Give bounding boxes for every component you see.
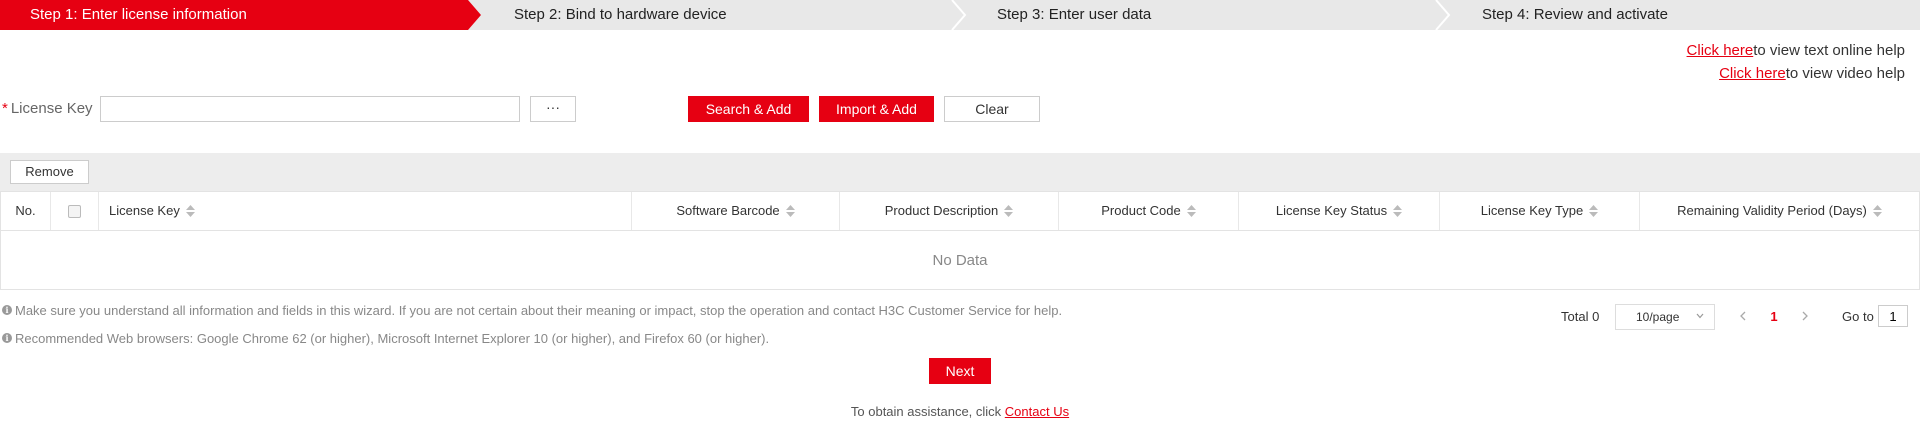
step-2-label: Step 2: Bind to hardware device (514, 6, 727, 23)
col-software-barcode-label: Software Barcode (676, 203, 780, 218)
col-product-description[interactable]: Product Description (840, 192, 1059, 230)
goto-page-input[interactable] (1878, 305, 1908, 327)
step-3-label: Step 3: Enter user data (997, 6, 1152, 23)
footer: To obtain assistance, click Contact Us (0, 404, 1920, 419)
step-2: Step 2: Bind to hardware device (481, 0, 965, 30)
sort-icon[interactable] (785, 204, 795, 217)
col-product-description-label: Product Description (884, 203, 999, 218)
sort-icon[interactable] (1393, 204, 1403, 217)
col-no-label: No. (15, 203, 36, 218)
step-1-label: Step 1: Enter license information (30, 6, 247, 23)
prev-page-button[interactable] (1734, 304, 1752, 330)
empty-state: No Data (932, 252, 988, 269)
col-product-code-label: Product Code (1101, 203, 1181, 218)
info-icon: i (2, 305, 12, 315)
col-license-key-type-label: License Key Type (1480, 203, 1584, 218)
table-header: No. License Key Software Barcode Product… (1, 192, 1919, 231)
import-add-button[interactable]: Import & Add (819, 96, 934, 122)
col-product-code[interactable]: Product Code (1059, 192, 1239, 230)
sort-icon[interactable] (1004, 204, 1014, 217)
col-license-key-status[interactable]: License Key Status (1239, 192, 1440, 230)
note-item: i Recommended Web browsers: Google Chrome… (0, 330, 1062, 358)
col-license-key-type[interactable]: License Key Type (1440, 192, 1640, 230)
next-page-button[interactable] (1796, 304, 1814, 330)
license-key-label-text: License Key (10, 100, 93, 117)
sort-icon[interactable] (1186, 204, 1196, 217)
col-license-key[interactable]: License Key (99, 192, 632, 230)
col-no: No. (1, 192, 51, 230)
wizard-step-bar: Step 1: Enter license information Step 2… (0, 0, 1920, 30)
chevron-right-icon (1802, 311, 1808, 321)
col-select (51, 192, 99, 230)
info-icon: i (2, 333, 12, 343)
note-item: i Make sure you understand all informatio… (0, 302, 1062, 330)
browse-button[interactable]: ··· (530, 96, 576, 122)
remove-button[interactable]: Remove (10, 160, 89, 184)
table-toolbar: Remove (0, 153, 1920, 191)
video-help-link[interactable]: Click here (1719, 65, 1786, 82)
step-4-label: Step 4: Review and activate (1482, 6, 1668, 23)
chevron-down-icon (1696, 313, 1704, 319)
col-license-key-label: License Key (109, 203, 180, 218)
license-table: No. License Key Software Barcode Product… (0, 191, 1920, 290)
step-3: Step 3: Enter user data (965, 0, 1449, 30)
col-software-barcode[interactable]: Software Barcode (632, 192, 840, 230)
sort-icon[interactable] (1589, 204, 1599, 217)
col-remaining-validity-label: Remaining Validity Period (Days) (1677, 203, 1867, 218)
next-button[interactable]: Next (929, 358, 991, 384)
clear-button[interactable]: Clear (944, 96, 1040, 122)
text-help-caption: to view text online help (1753, 42, 1905, 59)
sort-icon[interactable] (185, 204, 195, 217)
goto-label: Go to (1842, 309, 1874, 324)
col-remaining-validity[interactable]: Remaining Validity Period (Days) (1640, 192, 1919, 230)
notes: i Make sure you understand all informatio… (0, 302, 1062, 358)
step-4: Step 4: Review and activate (1449, 0, 1920, 30)
page-size-value: 10/page (1636, 310, 1680, 324)
contact-us-link[interactable]: Contact Us (1005, 404, 1069, 419)
search-add-button[interactable]: Search & Add (688, 96, 809, 122)
chevron-left-icon (1740, 311, 1746, 321)
required-mark: * (2, 100, 8, 117)
text-help-link[interactable]: Click here (1687, 42, 1754, 59)
note-text: Make sure you understand all information… (15, 303, 1063, 318)
note-text: Recommended Web browsers: Google Chrome … (15, 331, 770, 346)
video-help-caption: to view video help (1785, 65, 1905, 82)
step-1: Step 1: Enter license information (0, 0, 481, 30)
help-links: Click hereto view text online help Click… (1687, 39, 1905, 85)
select-all-checkbox[interactable] (68, 205, 81, 219)
page-size-select[interactable]: 10/page (1615, 304, 1715, 330)
pagination-total: Total 0 (1561, 309, 1600, 324)
footer-text: To obtain assistance, click (850, 404, 1005, 419)
sort-icon[interactable] (1872, 204, 1882, 217)
license-key-label: * License Key (2, 100, 93, 117)
license-key-input[interactable] (100, 96, 520, 122)
col-license-key-status-label: License Key Status (1275, 203, 1388, 218)
page-number-current[interactable]: 1 (1764, 304, 1784, 330)
